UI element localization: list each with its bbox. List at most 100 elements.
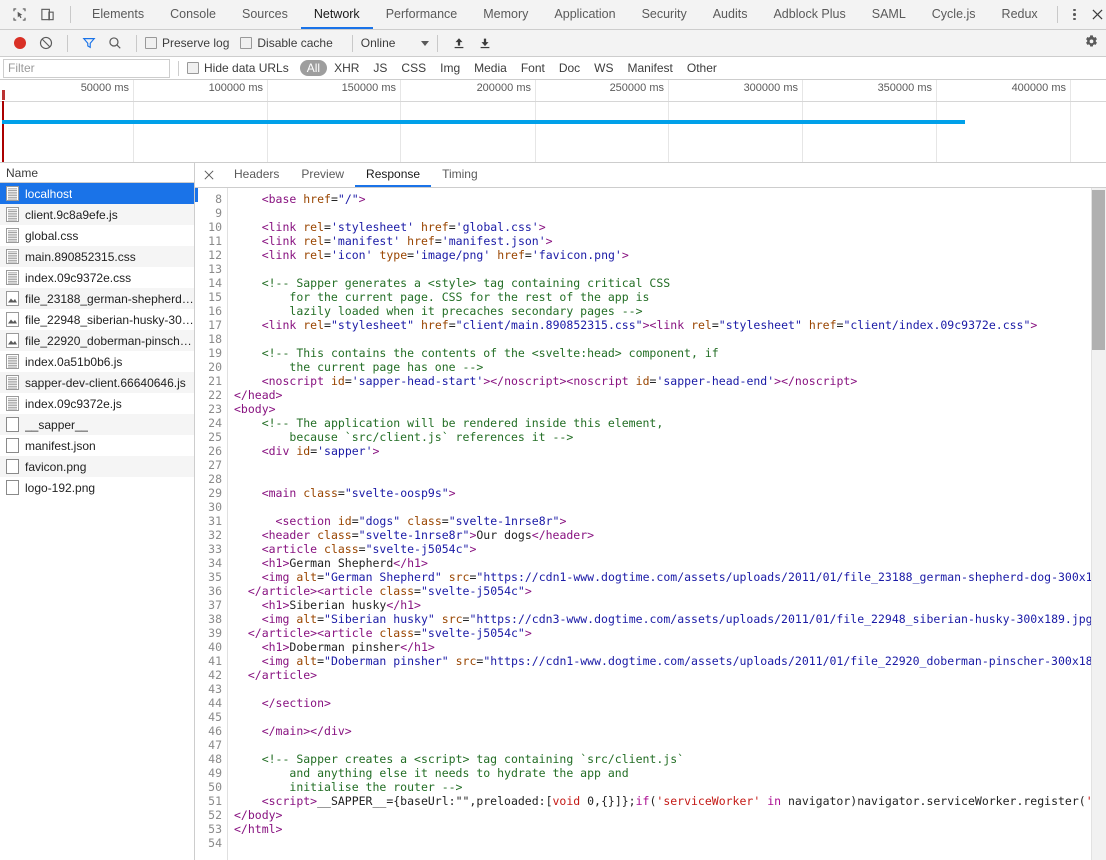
throttling-select[interactable]: Online xyxy=(361,36,430,50)
tab-performance[interactable]: Performance xyxy=(373,0,471,29)
code-token: class xyxy=(407,514,442,528)
preserve-log-checkbox[interactable]: Preserve log xyxy=(145,36,229,50)
tab-cyclejs[interactable]: Cycle.js xyxy=(919,0,989,29)
request-row[interactable]: index.09c9372e.css xyxy=(0,267,194,288)
close-detail-icon[interactable] xyxy=(195,163,223,187)
request-row[interactable]: global.css xyxy=(0,225,194,246)
request-list-header[interactable]: Name xyxy=(0,163,194,183)
scrollbar-thumb[interactable] xyxy=(1092,190,1105,350)
code-token: </html> xyxy=(234,822,283,836)
request-row[interactable]: localhost xyxy=(0,183,194,204)
code-content[interactable]: <base href="/"> <link rel='stylesheet' h… xyxy=(228,188,1106,860)
request-row[interactable]: client.9c8a9efe.js xyxy=(0,204,194,225)
tab-timing[interactable]: Timing xyxy=(431,163,489,187)
type-filter-all[interactable]: All xyxy=(299,60,328,76)
request-row[interactable]: manifest.json xyxy=(0,435,194,456)
request-row[interactable]: file_22920_doberman-pinscher... xyxy=(0,330,194,351)
tab-security[interactable]: Security xyxy=(629,0,700,29)
filter-input[interactable] xyxy=(3,58,170,78)
overview-tick-label: 350000 ms xyxy=(877,82,932,94)
more-options-icon[interactable] xyxy=(1064,4,1086,26)
code-token: </header> xyxy=(531,528,595,542)
code-token: > xyxy=(358,192,366,206)
type-filter-img[interactable]: Img xyxy=(433,60,467,76)
devtools-tabs: Elements Console Sources Network Perform… xyxy=(79,0,1051,29)
overview-tick-label: 250000 ms xyxy=(609,82,664,94)
tab-audits[interactable]: Audits xyxy=(700,0,761,29)
type-filter-font[interactable]: Font xyxy=(514,60,552,76)
import-har-icon[interactable] xyxy=(446,31,472,55)
tab-preview[interactable]: Preview xyxy=(290,163,355,187)
type-filter-label: Media xyxy=(474,61,507,75)
type-filter-ws[interactable]: WS xyxy=(587,60,620,76)
hide-data-urls-checkbox[interactable]: Hide data URLs xyxy=(187,61,289,75)
request-row[interactable]: main.890852315.css xyxy=(0,246,194,267)
code-token: class xyxy=(324,542,359,556)
request-row[interactable]: file_23188_german-shepherd-... xyxy=(0,288,194,309)
request-row[interactable]: sapper-dev-client.66640646.js xyxy=(0,372,194,393)
device-toolbar-icon[interactable] xyxy=(34,3,60,27)
tab-console[interactable]: Console xyxy=(157,0,229,29)
checkbox-box xyxy=(145,37,157,49)
line-number: 42 xyxy=(208,668,222,682)
code-token: German Shepherd xyxy=(289,556,394,570)
type-filter-media[interactable]: Media xyxy=(467,60,514,76)
tab-sources[interactable]: Sources xyxy=(229,0,301,29)
type-filter-css[interactable]: CSS xyxy=(394,60,433,76)
request-row[interactable]: favicon.png xyxy=(0,456,194,477)
request-row[interactable]: index.0a51b0b6.js xyxy=(0,351,194,372)
tab-application[interactable]: Application xyxy=(541,0,628,29)
request-row[interactable]: __sapper__ xyxy=(0,414,194,435)
toolbar-divider xyxy=(136,34,137,52)
code-token: rel xyxy=(303,248,325,262)
disable-cache-checkbox[interactable]: Disable cache xyxy=(240,36,333,50)
code-token: class xyxy=(379,584,415,598)
code-token: = xyxy=(448,220,456,234)
overview-red-line xyxy=(2,101,4,162)
filter-button[interactable] xyxy=(76,31,102,55)
tab-response[interactable]: Response xyxy=(355,163,432,187)
code-line: </head> xyxy=(234,388,1106,402)
overview-tick-label: 150000 ms xyxy=(341,82,396,94)
tab-headers[interactable]: Headers xyxy=(223,163,290,187)
tab-redux[interactable]: Redux xyxy=(989,0,1051,29)
tab-label: Security xyxy=(641,6,687,21)
code-token: Siberian husky xyxy=(289,598,387,612)
stylesheet-icon xyxy=(6,249,19,264)
clear-button[interactable] xyxy=(33,31,59,55)
response-code-viewer[interactable]: 8 9 10 11 12 13 14 15 16 17 18 19 20 21 22 23 24 25 26 27 28… xyxy=(195,188,1106,860)
overview-tick-label: 400000 ms xyxy=(1011,82,1066,94)
type-filter-js[interactable]: JS xyxy=(366,60,394,76)
tab-saml[interactable]: SAML xyxy=(859,0,919,29)
tab-memory[interactable]: Memory xyxy=(470,0,541,29)
line-number: 23 xyxy=(208,402,222,416)
type-filter-xhr[interactable]: XHR xyxy=(327,60,366,76)
request-list: Name localhost client.9c8a9efe.js global.c… xyxy=(0,163,195,860)
tab-network[interactable]: Network xyxy=(300,0,373,29)
type-filter-manifest[interactable]: Manifest xyxy=(621,60,680,76)
code-token: rel xyxy=(303,220,325,234)
request-row[interactable]: index.09c9372e.js xyxy=(0,393,194,414)
request-row[interactable]: logo-192.png xyxy=(0,477,194,498)
request-row[interactable]: file_22948_siberian-husky-300... xyxy=(0,309,194,330)
tab-adblock-plus[interactable]: Adblock Plus xyxy=(760,0,858,29)
type-filter-other[interactable]: Other xyxy=(680,60,724,76)
tab-label: Console xyxy=(170,6,216,21)
code-token: alt xyxy=(296,570,318,584)
network-overview-timeline[interactable]: 50000 ms 100000 ms 150000 ms 200000 ms 25000… xyxy=(0,80,1106,163)
settings-gear-icon[interactable] xyxy=(1084,34,1099,52)
tab-elements[interactable]: Elements xyxy=(79,0,157,29)
export-har-icon[interactable] xyxy=(472,31,498,55)
close-icon[interactable] xyxy=(1086,3,1106,27)
record-button[interactable] xyxy=(7,31,33,55)
inspect-element-icon[interactable] xyxy=(6,3,32,27)
overview-tick-label: 100000 ms xyxy=(208,82,263,94)
toolbar-divider xyxy=(67,34,68,52)
type-filter-doc[interactable]: Doc xyxy=(552,60,587,76)
search-button[interactable] xyxy=(102,31,128,55)
code-vertical-scrollbar[interactable] xyxy=(1091,188,1106,860)
